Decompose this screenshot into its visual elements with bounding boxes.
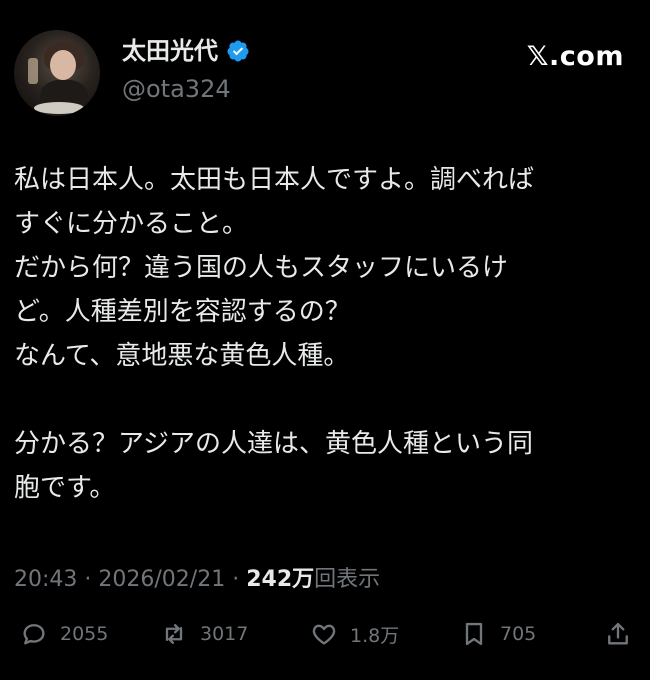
avatar-face: [50, 50, 76, 80]
bookmark-button[interactable]: 705: [460, 620, 536, 648]
share-button[interactable]: [604, 620, 632, 648]
avatar-glass: [28, 58, 38, 84]
bookmark-icon: [465, 622, 483, 646]
tweet-time[interactable]: 20:43: [14, 567, 77, 592]
tweet-line: 分かる？アジアの人達は、黄色人種という同: [14, 429, 533, 459]
display-name[interactable]: 太田光代: [122, 36, 218, 66]
tweet-paragraph-2: 分かる？アジアの人達は、黄色人種という同 胞です。: [14, 422, 626, 510]
views-label: 回表示: [314, 567, 381, 592]
retweet-count: 3017: [200, 623, 249, 645]
comment-icon: [23, 624, 45, 645]
avatar[interactable]: [14, 30, 100, 116]
share-icon: [608, 622, 628, 645]
tweet-paragraph-1: 私は日本人。太田も日本人ですよ。調べれば すぐに分かること。 だから何？違う国の…: [14, 158, 626, 378]
meta-separator: ·: [84, 567, 92, 592]
tweet-date[interactable]: 2026/02/21: [98, 567, 225, 592]
retweet-icon: [165, 624, 183, 644]
tweet-line: すぐに分かること。: [14, 209, 249, 239]
like-count: 1.8万: [350, 624, 400, 647]
tweet-line: 私は日本人。太田も日本人ですよ。調べれば: [14, 165, 535, 195]
verified-badge-icon: [227, 40, 249, 62]
name-row: 太田光代: [122, 36, 250, 66]
avatar-plate: [34, 102, 84, 114]
bookmark-count: 705: [500, 623, 537, 645]
like-button[interactable]: 1.8万: [310, 620, 399, 648]
reply-count: 2055: [60, 623, 109, 645]
views-count: 242万: [246, 567, 315, 592]
user-handle[interactable]: @ota324: [122, 74, 231, 104]
tweet-text: 私は日本人。太田も日本人ですよ。調べれば すぐに分かること。 だから何？違う国の…: [14, 158, 626, 510]
tweet-line: だから何？違う国の人もスタッフにいるけ: [14, 253, 509, 283]
tweet-header: 太田光代 @ota324 𝕏.com: [14, 30, 624, 120]
like-icon: [312, 624, 336, 645]
action-bar: 2055 3017 1.8万 705: [14, 620, 634, 656]
reply-button[interactable]: 2055: [20, 620, 108, 648]
x-brand-logo: 𝕏.com: [526, 41, 624, 72]
retweet-button[interactable]: 3017: [160, 620, 248, 648]
tweet-line: なんて、意地悪な黄色人種。: [14, 341, 350, 371]
tweet-line: 胞です。: [14, 473, 116, 503]
tweet-line: ど。人種差別を容認するの？: [14, 297, 351, 327]
tweet-meta: 20:43 · 2026/02/21 · 242万回表示: [14, 563, 380, 597]
meta-separator: ·: [232, 567, 240, 592]
